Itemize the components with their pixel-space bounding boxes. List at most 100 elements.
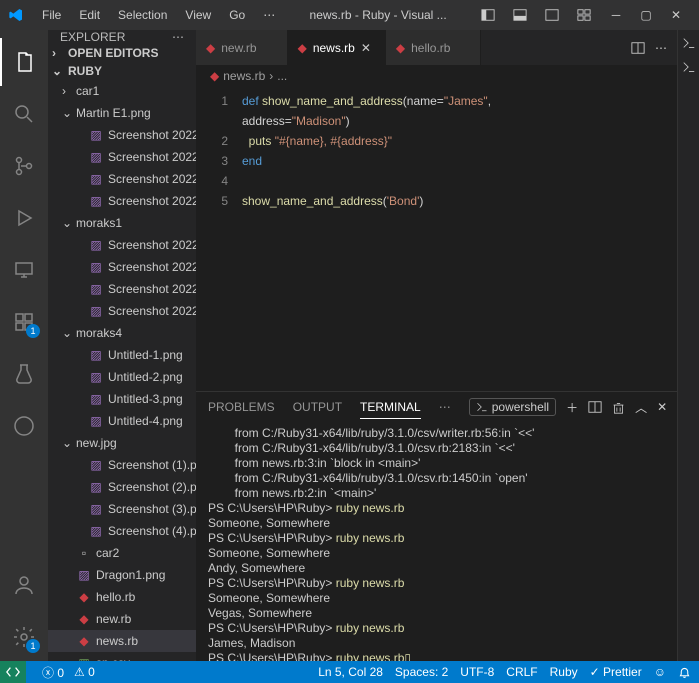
file-item[interactable]: ▨Screenshot (3).png bbox=[48, 498, 196, 520]
menu-view[interactable]: View bbox=[177, 4, 219, 26]
file-type-icon: ◆ bbox=[76, 590, 92, 604]
panel-tab-terminal[interactable]: TERMINAL bbox=[360, 396, 421, 419]
terminal-new-icon[interactable]: ＋ bbox=[566, 399, 578, 416]
layout-panel-right-icon[interactable] bbox=[537, 0, 567, 30]
editor-more-icon[interactable]: ⋯ bbox=[655, 41, 667, 55]
status-eol[interactable]: CRLF bbox=[506, 665, 537, 679]
panel-more-icon[interactable]: ⋯ bbox=[439, 400, 451, 414]
section-root[interactable]: ⌄RUBY bbox=[48, 62, 196, 80]
activity-testing-icon[interactable] bbox=[0, 350, 48, 398]
close-button[interactable]: ✕ bbox=[661, 0, 691, 30]
terminal-content[interactable]: from C:/Ruby31-x64/lib/ruby/3.1.0/csv/wr… bbox=[196, 422, 677, 661]
minimize-button[interactable]: ─ bbox=[601, 0, 631, 30]
layout-panel-left-icon[interactable] bbox=[473, 0, 503, 30]
terminal-kill-icon[interactable] bbox=[612, 401, 625, 414]
file-item[interactable]: ▨Screenshot (2).png bbox=[48, 476, 196, 498]
file-type-icon: ▨ bbox=[88, 392, 104, 406]
editor-area: ◆new.rb✕◆news.rb✕◆hello.rb✕ ⋯ ◆ news.rb … bbox=[196, 30, 677, 661]
code-editor[interactable]: 1 2345 def show_name_and_address(name="J… bbox=[196, 87, 677, 391]
editor-tab[interactable]: ◆news.rb✕ bbox=[288, 30, 386, 65]
layout-panel-bottom-icon[interactable] bbox=[505, 0, 535, 30]
folder-item[interactable]: ⌄moraks4 bbox=[48, 322, 196, 344]
folder-item[interactable]: ⌄moraks1 bbox=[48, 212, 196, 234]
panel-tab-output[interactable]: OUTPUT bbox=[293, 396, 342, 418]
file-item[interactable]: ▨ Untitled-1.png bbox=[48, 344, 196, 366]
tab-close-icon[interactable]: ✕ bbox=[361, 41, 375, 55]
menu-edit[interactable]: Edit bbox=[71, 4, 108, 26]
activity-search-icon[interactable] bbox=[0, 90, 48, 138]
panel-maximize-icon[interactable]: ︿ bbox=[635, 399, 647, 416]
split-editor-icon[interactable] bbox=[631, 41, 645, 55]
panel-tab-problems[interactable]: PROBLEMS bbox=[208, 396, 275, 418]
activity-github-icon[interactable] bbox=[0, 402, 48, 450]
file-item[interactable]: ▨Untitled-4.png bbox=[48, 410, 196, 432]
terminal-shell-dropdown[interactable]: powershell bbox=[469, 398, 556, 416]
breadcrumb-sep-icon: › bbox=[269, 69, 273, 83]
file-item[interactable]: ▨Screenshot 2022-01-... bbox=[48, 234, 196, 256]
folder-item[interactable]: ⌄Martin E1.png bbox=[48, 102, 196, 124]
folder-item[interactable]: ›car1 bbox=[48, 80, 196, 102]
tree-item-label: Screenshot 2022-02-... bbox=[108, 304, 196, 318]
shell-name: powershell bbox=[492, 400, 549, 414]
panel-close-icon[interactable]: ✕ bbox=[657, 400, 667, 414]
file-item[interactable]: ▨Dragon1.png bbox=[48, 564, 196, 586]
file-item[interactable]: ▦sp.csv bbox=[48, 652, 196, 661]
file-item[interactable]: ▨Screenshot 2022-01-... bbox=[48, 256, 196, 278]
sidebar: EXPLORER ⋯ ›OPEN EDITORS ⌄RUBY ›car1⌄Mar… bbox=[48, 30, 196, 661]
terminal-secondary-icon[interactable] bbox=[682, 60, 696, 74]
tree-item-label: Untitled-1.png bbox=[108, 348, 183, 362]
file-item[interactable]: ▨Untitled-2.png bbox=[48, 366, 196, 388]
activity-explorer-icon[interactable] bbox=[0, 38, 48, 86]
file-item[interactable]: ▨Screenshot 2022-02-... bbox=[48, 278, 196, 300]
activity-remote-icon[interactable] bbox=[0, 246, 48, 294]
file-type-icon: ▨ bbox=[88, 304, 104, 318]
status-errors[interactable]: ⓧ 0 bbox=[42, 664, 64, 681]
section-open-editors[interactable]: ›OPEN EDITORS bbox=[48, 44, 196, 62]
editor-tab[interactable]: ◆hello.rb✕ bbox=[386, 30, 482, 65]
status-spaces[interactable]: Spaces: 2 bbox=[395, 665, 448, 679]
status-warnings[interactable]: ⚠ 0 bbox=[74, 665, 95, 679]
terminal-split-icon[interactable] bbox=[588, 400, 602, 414]
menu-go[interactable]: Go bbox=[221, 4, 253, 26]
sidebar-more-icon[interactable]: ⋯ bbox=[172, 30, 184, 44]
status-prettier[interactable]: ✓ Prettier bbox=[590, 665, 642, 679]
activity-source-control-icon[interactable] bbox=[0, 142, 48, 190]
status-bell-icon[interactable] bbox=[678, 666, 691, 679]
breadcrumb[interactable]: ◆ news.rb › ... bbox=[196, 65, 677, 87]
tree-item-label: new.rb bbox=[96, 612, 131, 626]
editor-tab[interactable]: ◆new.rb✕ bbox=[196, 30, 288, 65]
tree-item-label: car2 bbox=[96, 546, 119, 560]
terminal-plus-icon[interactable] bbox=[682, 36, 696, 50]
folder-item[interactable]: ⌄new.jpg bbox=[48, 432, 196, 454]
maximize-button[interactable]: ▢ bbox=[631, 0, 661, 30]
file-item[interactable]: ▨Screenshot 2022-01-... bbox=[48, 124, 196, 146]
file-item[interactable]: ◆new.rb bbox=[48, 608, 196, 630]
file-item[interactable]: ▨Screenshot (4).png bbox=[48, 520, 196, 542]
sidebar-title: EXPLORER bbox=[60, 30, 125, 44]
activity-extensions-icon[interactable]: 1 bbox=[0, 298, 48, 346]
file-item[interactable]: ▨Screenshot 2022-02-... bbox=[48, 146, 196, 168]
status-language[interactable]: Ruby bbox=[550, 665, 578, 679]
file-item[interactable]: ▨Screenshot 2022-02-... bbox=[48, 190, 196, 212]
activity-run-debug-icon[interactable] bbox=[0, 194, 48, 242]
file-item[interactable]: ◆hello.rb bbox=[48, 586, 196, 608]
status-feedback-icon[interactable]: ☺ bbox=[654, 665, 666, 679]
file-item[interactable]: ▨Screenshot 2022-02-... bbox=[48, 168, 196, 190]
file-item[interactable]: ▨Untitled-3.png bbox=[48, 388, 196, 410]
file-type-icon: ▨ bbox=[88, 348, 104, 362]
file-item[interactable]: ◆news.rb bbox=[48, 630, 196, 652]
file-item[interactable]: ▨Screenshot (1).png bbox=[48, 454, 196, 476]
minimap[interactable] bbox=[617, 87, 677, 391]
activity-accounts-icon[interactable] bbox=[0, 561, 48, 609]
remote-indicator[interactable] bbox=[0, 661, 26, 683]
menu-more-icon[interactable]: ⋯ bbox=[255, 4, 283, 26]
tabs-actions: ⋯ bbox=[621, 30, 677, 65]
file-item[interactable]: ▨ Screenshot 2022-02-... bbox=[48, 300, 196, 322]
activity-settings-icon[interactable]: 1 bbox=[0, 613, 48, 661]
file-item[interactable]: ▫car2 bbox=[48, 542, 196, 564]
layout-customize-icon[interactable] bbox=[569, 0, 599, 30]
menu-selection[interactable]: Selection bbox=[110, 4, 175, 26]
status-ln-col[interactable]: Ln 5, Col 28 bbox=[318, 665, 383, 679]
menu-file[interactable]: File bbox=[34, 4, 69, 26]
status-encoding[interactable]: UTF-8 bbox=[460, 665, 494, 679]
